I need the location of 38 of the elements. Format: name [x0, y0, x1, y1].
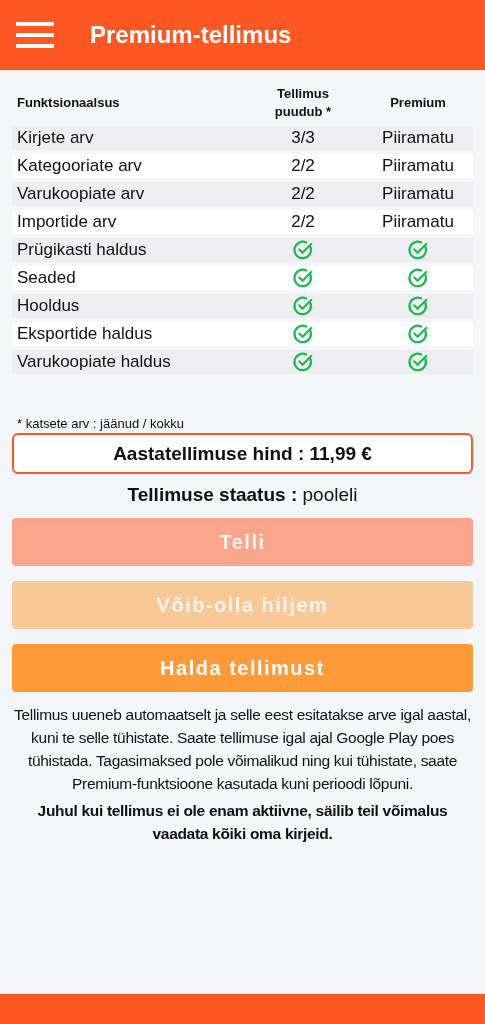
subscription-status: Tellimuse staatus : pooleli — [126, 484, 359, 506]
price-box: Aastatellimuse hind : 11,99 € — [12, 433, 473, 474]
check-circle-icon — [292, 351, 314, 373]
table-cell: Piiramatu — [382, 212, 454, 232]
check-circle-icon — [407, 351, 429, 373]
column-header: Premium — [390, 93, 446, 112]
feature-name: Hooldus — [17, 296, 80, 315]
feature-name: Eksportide haldus — [17, 324, 153, 343]
menu-icon[interactable] — [16, 22, 54, 48]
feature-name: Prügikasti haldus — [17, 240, 147, 259]
check-circle-icon — [292, 323, 314, 345]
footnote: * katsete arv : jäänud / kokku — [17, 416, 185, 431]
column-header: Funktsionaalsus — [17, 93, 120, 112]
table-cell: Piiramatu — [382, 184, 454, 204]
check-circle-icon — [407, 323, 429, 345]
table-cell: Piiramatu — [382, 156, 454, 176]
feature-name: Seaded — [17, 268, 76, 287]
action-button[interactable]: Halda tellimust — [12, 644, 473, 692]
check-circle-icon — [407, 267, 429, 289]
check-circle-icon — [292, 295, 314, 317]
check-circle-icon — [292, 267, 314, 289]
table-cell: Piiramatu — [382, 128, 454, 148]
feature-name: Varukoopiate haldus — [17, 352, 171, 371]
check-circle-icon — [292, 239, 314, 261]
screen-title: Premium-tellimus — [90, 21, 292, 49]
feature-name: Kategooriate arv — [17, 156, 142, 175]
table-cell: 3/3 — [291, 128, 315, 148]
table-cell: 2/2 — [291, 156, 315, 176]
table-cell: 2/2 — [291, 212, 315, 232]
feature-name: Kirjete arv — [17, 128, 94, 147]
check-circle-icon — [407, 295, 429, 317]
table-cell: 2/2 — [291, 184, 315, 204]
info-text: Tellimus uueneb automaatselt ja selle eest esitatakse arve igal aastal, kuni te selle tühistate. Saate tellimuse igal ajal Google Play poes tühistada. Tagasimaksed pole võimalikud ning kui tühistate, saate Premium-funktsioone kasutada kuni perioodi lõpuni. — [13, 705, 472, 794]
check-circle-icon — [407, 239, 429, 261]
feature-name: Varukoopiate arv — [17, 184, 145, 203]
info-text: Juhul kui tellimus ei ole enam aktiivne, säilib teil võimalus vaadata kõiki oma kirjeid. — [36, 801, 449, 844]
feature-name: Importide arv — [17, 212, 117, 231]
column-header: Tellimus puudub * — [273, 84, 333, 121]
